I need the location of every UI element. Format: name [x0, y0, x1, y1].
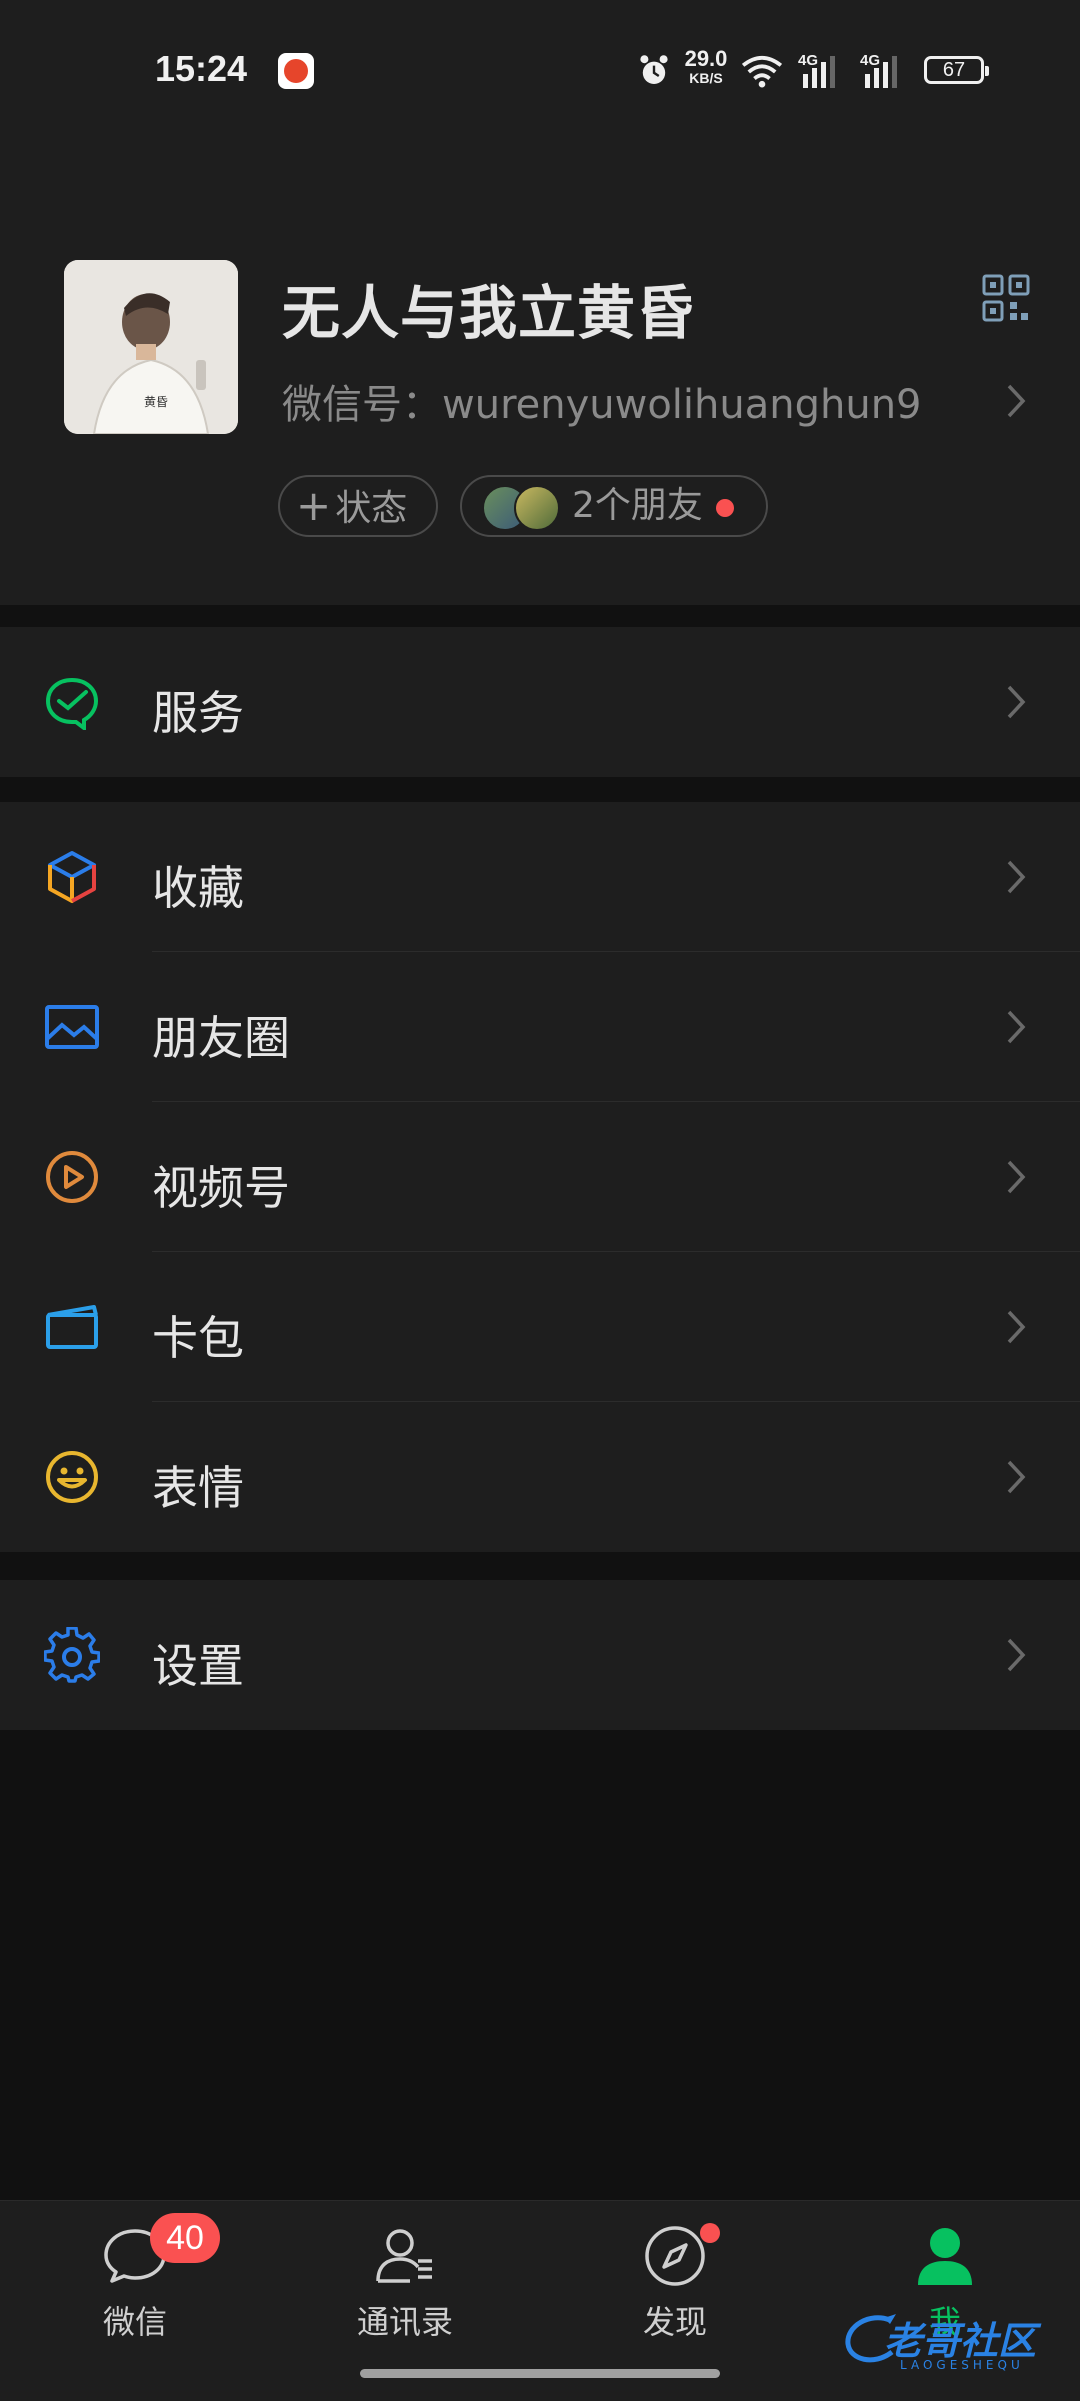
menu-label: 卡包	[152, 1311, 244, 1365]
avatar-illustration: 黄昏	[64, 260, 238, 434]
tab-label: 微信	[102, 2303, 167, 2341]
add-status-button[interactable]: + 状态	[278, 475, 438, 537]
menu-label: 收藏	[152, 861, 244, 915]
chevron-right-icon	[1007, 1010, 1026, 1044]
menu-group-settings: 设置	[0, 1580, 1080, 1730]
card-wallet-icon	[46, 1305, 98, 1349]
network-speed-unit: KB/S	[689, 70, 723, 86]
menu-label: 视频号	[152, 1161, 290, 1215]
tab-label: 通讯录	[356, 2303, 453, 2341]
network-speed-value: 29.0	[684, 46, 728, 71]
menu-label: 设置	[152, 1639, 244, 1693]
signal-bars-icon	[803, 56, 835, 88]
friend-avatar	[514, 485, 560, 531]
watermark-text: 老哥社区	[884, 2319, 1037, 2363]
menu-item-moments[interactable]: 朋友圈	[0, 952, 1080, 1102]
status-bar: 15:24 29.0 KB/S 4G 4G 67	[0, 0, 1080, 140]
profile-header[interactable]: 黄昏 无人与我立黄昏 微信号：wurenyuwolihuanghun9 + 状态 …	[0, 140, 1080, 605]
chevron-right-icon	[1007, 685, 1026, 719]
menu-item-favorites[interactable]: 收藏	[0, 802, 1080, 952]
alarm-icon	[640, 55, 668, 84]
chevron-right-icon	[1007, 1460, 1026, 1494]
chevron-right-icon	[1007, 1160, 1026, 1194]
friends-status-label: 2个朋友	[572, 485, 703, 526]
menu-item-channels[interactable]: 视频号	[0, 1102, 1080, 1252]
contacts-icon	[376, 2229, 432, 2283]
signal-bars-icon	[865, 56, 897, 88]
qr-code-icon[interactable]	[982, 274, 1030, 322]
services-icon	[45, 677, 99, 730]
unread-badge: 40	[150, 2213, 220, 2263]
friends-status-button[interactable]: 2个朋友	[460, 475, 768, 537]
unread-dot	[716, 499, 734, 517]
sticker-smiley-icon	[46, 1451, 98, 1503]
menu-group-main: 收藏 朋友圈 视频号 卡包 表情	[0, 802, 1080, 1552]
avatar-shirt-text: 黄昏	[144, 395, 168, 409]
channels-play-icon	[46, 1151, 98, 1203]
battery-indicator: 67	[924, 56, 989, 84]
watermark-subtext: LAOGESHEQU	[900, 2358, 1024, 2372]
avatar[interactable]: 黄昏	[64, 260, 238, 434]
tab-chats[interactable]: 40 微信	[0, 2201, 270, 2401]
moments-image-icon	[45, 1005, 99, 1049]
chevron-right-icon	[1007, 1638, 1026, 1672]
menu-item-cards[interactable]: 卡包	[0, 1252, 1080, 1402]
menu-label: 朋友圈	[152, 1011, 290, 1065]
cell-signal-1: 4G	[798, 52, 844, 92]
wechat-id: 微信号：wurenyuwolihuanghun9	[282, 382, 922, 428]
menu-label: 服务	[152, 686, 244, 740]
menu-item-stickers[interactable]: 表情	[0, 1402, 1080, 1552]
cell-signal-2: 4G	[860, 52, 906, 92]
user-icon	[918, 2228, 972, 2285]
chevron-right-icon	[1007, 860, 1026, 894]
home-indicator[interactable]	[360, 2369, 720, 2378]
network-speed: 29.0 KB/S	[680, 46, 732, 87]
menu-group-services: 服务	[0, 627, 1080, 777]
menu-item-services[interactable]: 服务	[0, 627, 1080, 777]
status-time: 15:24	[155, 48, 248, 89]
app-notification-icon	[278, 53, 314, 89]
menu-label: 表情	[152, 1461, 244, 1515]
plus-icon: +	[296, 481, 332, 530]
favorites-cube-icon	[48, 851, 96, 903]
wifi-icon	[741, 55, 783, 88]
watermark-logo: 老哥社区 LAOGESHEQU	[840, 2300, 1070, 2380]
add-status-label: 状态	[335, 488, 408, 529]
tab-label: 发现	[642, 2303, 707, 2341]
menu-item-settings[interactable]: 设置	[0, 1580, 1080, 1730]
gear-icon	[44, 1627, 100, 1683]
chevron-right-icon	[1007, 1310, 1026, 1344]
profile-nickname: 无人与我立黄昏	[282, 279, 696, 347]
chevron-right-icon	[1007, 384, 1026, 418]
discover-red-dot	[700, 2223, 720, 2243]
